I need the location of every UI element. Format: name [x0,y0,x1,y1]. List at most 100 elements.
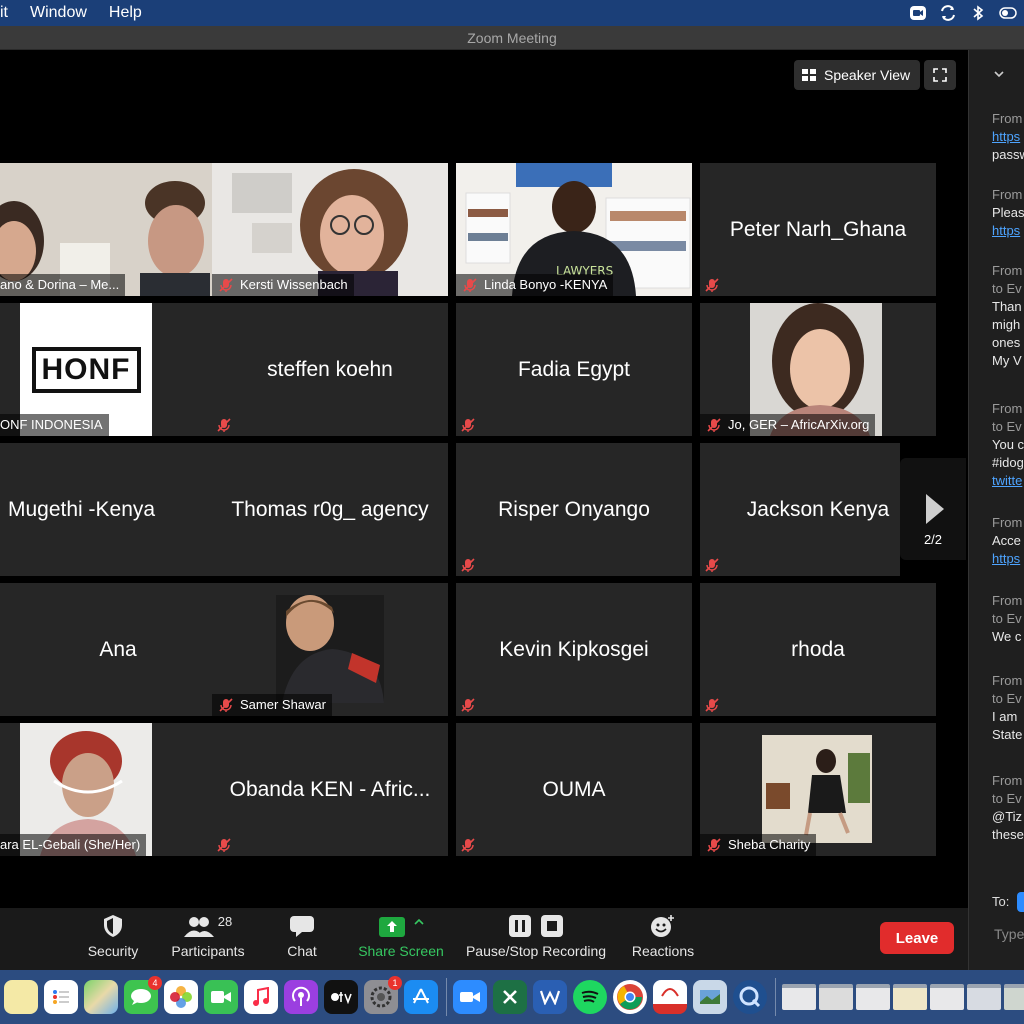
minimized-window-thumbnail[interactable] [819,984,853,1010]
podcasts-app-icon[interactable] [284,980,318,1014]
chat-text: Acce [992,533,1021,548]
chevron-down-icon[interactable] [993,68,1005,80]
share-screen-button[interactable]: Share Screen [356,908,446,970]
video-tile[interactable]: Kevin Kipkosgei [456,583,692,716]
muted-mic-icon [707,838,721,852]
reactions-button[interactable]: Reactions [628,908,698,970]
bluetooth-icon[interactable] [968,4,988,22]
video-tile[interactable]: HONF ONF INDONESIA [0,303,236,436]
chat-link[interactable]: https [992,128,1024,146]
leave-button[interactable]: Leave [880,922,954,954]
chat-text: I am [992,709,1018,724]
participants-button[interactable]: 28 Participants [166,908,250,970]
honf-logo-box: HONF [31,346,141,393]
video-tile[interactable]: steffen koehn [212,303,448,436]
pdf-app-icon[interactable] [653,980,687,1014]
word-app-icon[interactable] [533,980,567,1014]
grid-icon [802,69,816,81]
menu-item-help[interactable]: Help [109,4,142,22]
video-tile[interactable]: Risper Onyango [456,443,692,576]
chat-bubble-icon [290,916,314,937]
video-tile[interactable]: Ana [0,583,236,716]
chat-recipient-select[interactable] [1017,892,1024,912]
chat-button[interactable]: Chat [276,908,328,970]
chat-message: From Acce https [992,514,1022,568]
video-tile[interactable]: Peter Narh_Ghana [700,163,936,296]
pause-icon[interactable] [508,914,532,938]
excel-app-icon[interactable] [493,980,527,1014]
chat-text: Than [992,299,1022,314]
participant-name: Ana [99,637,137,661]
system-preferences-app-icon[interactable]: 1 [364,976,402,1014]
participants-label: Participants [171,943,245,959]
video-tile[interactable]: Kersti Wissenbach [212,163,448,296]
muted-mic-icon [705,558,719,572]
menu-item-edit[interactable]: it [0,4,8,22]
video-tile[interactable]: Samer Shawar [212,583,448,716]
video-tile[interactable]: OUMA [456,723,692,856]
pause-stop-recording-button[interactable]: Pause/Stop Recording [462,908,610,970]
quicktime-app-icon[interactable] [733,980,767,1014]
music-app-icon[interactable] [244,980,278,1014]
video-tile[interactable]: Obanda KEN - Afric... [212,723,448,856]
stop-icon[interactable] [540,914,564,938]
video-tile[interactable]: Sheba Charity [700,723,936,856]
chrome-app-icon[interactable] [613,980,647,1014]
chat-sender: From [992,673,1023,688]
facetime-app-icon[interactable] [204,980,238,1014]
chat-link[interactable]: https [992,222,1024,240]
video-tile[interactable]: ara EL-Gebali (She/Her) [0,723,236,856]
messages-app-icon[interactable]: 4 [124,976,162,1014]
minimized-window-thumbnail[interactable] [967,984,1001,1010]
menu-item-window[interactable]: Window [30,4,87,22]
macos-dock: 4 1 [0,970,1024,1024]
chat-link[interactable]: https [992,550,1022,568]
chevron-up-icon[interactable] [414,918,424,926]
minimized-window-thumbnail[interactable] [930,984,964,1010]
zoom-status-icon[interactable] [908,4,928,22]
notes-app-icon[interactable] [4,980,38,1014]
screen-mirror-icon[interactable] [938,4,958,22]
spotify-app-icon[interactable] [573,980,607,1014]
chat-sender: From [992,263,1023,278]
reminders-app-icon[interactable] [44,980,78,1014]
muted-mic-icon [219,698,233,712]
participant-name: Fadia Egypt [517,357,631,381]
minimized-window-thumbnail[interactable] [893,984,927,1010]
zoom-app-icon[interactable] [453,980,487,1014]
settings-badge: 1 [388,976,402,990]
security-button[interactable]: Security [80,908,146,970]
participant-name-label: ONF INDONESIA [0,414,109,436]
participant-name: Jo, GER – AfricArXiv.org [728,417,870,432]
fullscreen-button[interactable] [924,60,956,90]
minimized-window-thumbnail[interactable] [856,984,890,1010]
speaker-view-button[interactable]: Speaker View [794,60,920,90]
minimized-window-thumbnail[interactable] [782,984,816,1010]
next-page-button[interactable]: 2/2 [900,458,966,560]
video-tile[interactable]: Thomas r0g_ agency [212,443,448,576]
switch-icon[interactable] [998,4,1018,22]
chat-message-input[interactable]: Type [994,926,1024,942]
chat-link[interactable]: twitte [992,472,1024,490]
chat-text: Pleas [992,205,1024,220]
share-screen-icon [379,917,405,937]
app-store-app-icon[interactable] [404,980,438,1014]
preview-app-icon[interactable] [693,980,727,1014]
participant-name-label: Kersti Wissenbach [212,274,354,296]
video-tile[interactable]: Jo, GER – AfricArXiv.org [700,303,936,436]
video-tile[interactable]: LAWYERS Linda Bonyo -KENYA [456,163,692,296]
muted-mic-icon [461,838,475,852]
video-tile[interactable]: ano & Dorina – Me... [0,163,236,296]
chat-message: From to Ev @Tiz these [992,772,1024,844]
apple-tv-app-icon[interactable] [324,980,358,1014]
photos-app-icon[interactable] [164,980,198,1014]
chat-text: ones [992,335,1021,350]
shield-icon [104,915,122,937]
participant-name-label: ara EL-Gebali (She/Her) [0,834,147,856]
video-tile[interactable]: Fadia Egypt [456,303,692,436]
maps-app-icon[interactable] [84,980,118,1014]
video-tile[interactable]: Jackson Kenya [700,443,900,576]
video-tile[interactable]: rhoda [700,583,936,716]
video-tile[interactable]: Mugethi -Kenya [0,443,236,576]
minimized-window-thumbnail[interactable] [1004,984,1024,1010]
